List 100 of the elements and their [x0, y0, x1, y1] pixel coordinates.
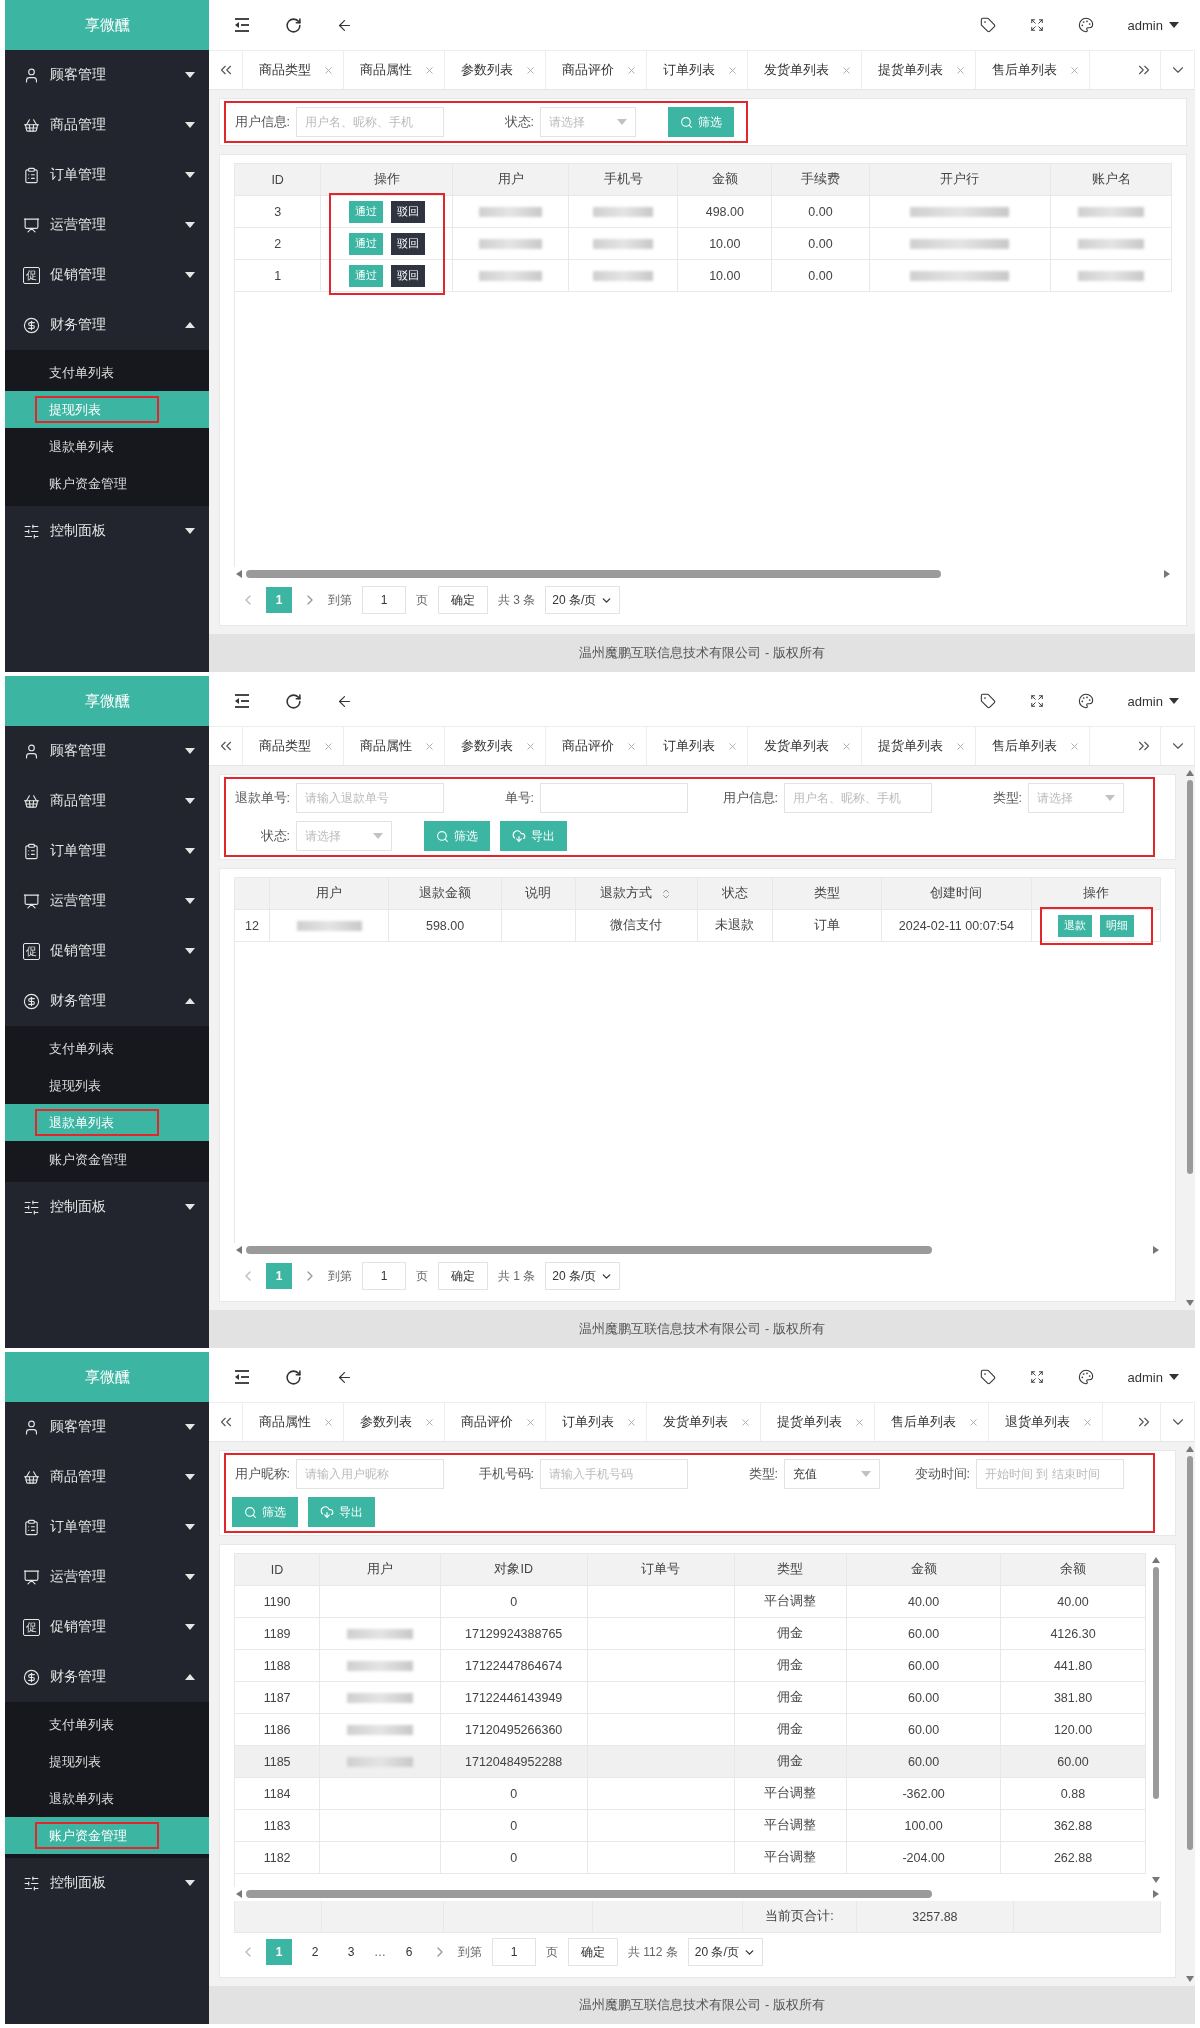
tab[interactable]: 商品属性: [344, 51, 445, 89]
page-input[interactable]: 1: [362, 1262, 406, 1290]
page-size-select[interactable]: 20 条/页: [545, 1262, 621, 1290]
tab[interactable]: 商品评价: [546, 51, 647, 89]
tab[interactable]: 订单列表: [647, 727, 748, 765]
tab[interactable]: 参数列表: [445, 727, 546, 765]
close-icon[interactable]: [955, 740, 966, 752]
sidebar-item[interactable]: 提现列表: [5, 1743, 209, 1780]
tab[interactable]: 发货单列表: [647, 1403, 761, 1441]
close-icon[interactable]: [323, 64, 334, 76]
close-icon[interactable]: [525, 740, 536, 752]
close-icon[interactable]: [727, 64, 738, 76]
sidebar-menu-item[interactable]: 控制面板: [5, 1858, 209, 1908]
sidebar-item[interactable]: 支付单列表: [5, 354, 209, 391]
page-input[interactable]: 1: [362, 586, 406, 614]
sidebar-item[interactable]: 退款单列表: [5, 1780, 209, 1817]
tab[interactable]: 售后单列表: [976, 51, 1090, 89]
sidebar-menu-item[interactable]: 财务管理: [5, 300, 209, 350]
sidebar-menu-item[interactable]: 订单管理: [5, 826, 209, 876]
user-menu[interactable]: admin: [1127, 17, 1179, 33]
close-icon[interactable]: [424, 64, 435, 76]
close-icon[interactable]: [1069, 64, 1080, 76]
user-menu[interactable]: admin: [1127, 1369, 1179, 1385]
close-icon[interactable]: [424, 740, 435, 752]
close-icon[interactable]: [968, 1416, 979, 1428]
sidebar-menu-item[interactable]: 顾客管理: [5, 50, 209, 100]
tab[interactable]: 提货单列表: [862, 727, 976, 765]
confirm-button[interactable]: 确定: [438, 1262, 488, 1290]
fullscreen-icon[interactable]: [1029, 18, 1044, 32]
tab[interactable]: 商品类型: [243, 51, 344, 89]
confirm-button[interactable]: 确定: [568, 1938, 618, 1966]
sidebar-menu-item[interactable]: 控制面板: [5, 506, 209, 556]
menu-fold-icon[interactable]: [233, 693, 251, 709]
page-size-select[interactable]: 20 条/页: [687, 1938, 763, 1966]
action-button[interactable]: 驳回: [390, 232, 425, 255]
palette-icon[interactable]: [1077, 17, 1094, 33]
menu-fold-icon[interactable]: [233, 17, 251, 33]
close-icon[interactable]: [854, 1416, 865, 1428]
sidebar-menu-item[interactable]: 顾客管理: [5, 1402, 209, 1452]
sidebar-menu-item[interactable]: 运营管理: [5, 876, 209, 926]
sidebar-menu-item[interactable]: 促 促销管理: [5, 250, 209, 300]
tab[interactable]: 退货单列表: [989, 1403, 1103, 1441]
tab[interactable]: 售后单列表: [976, 727, 1090, 765]
sidebar-menu-item[interactable]: 运营管理: [5, 1552, 209, 1602]
tab[interactable]: 商品属性: [243, 1403, 344, 1441]
action-button[interactable]: 驳回: [390, 264, 425, 287]
close-icon[interactable]: [626, 740, 637, 752]
close-icon[interactable]: [955, 64, 966, 76]
tab[interactable]: 商品评价: [445, 1403, 546, 1441]
tab[interactable]: 商品属性: [344, 727, 445, 765]
close-icon[interactable]: [740, 1416, 751, 1428]
sidebar-item[interactable]: 账户资金管理: [5, 465, 209, 502]
menu-fold-icon[interactable]: [233, 1369, 251, 1385]
close-icon[interactable]: [727, 740, 738, 752]
tab[interactable]: 发货单列表: [748, 727, 862, 765]
close-icon[interactable]: [626, 1416, 637, 1428]
tab[interactable]: 提货单列表: [862, 51, 976, 89]
user-menu[interactable]: admin: [1127, 693, 1179, 709]
fullscreen-icon[interactable]: [1029, 1370, 1044, 1384]
sidebar-menu-item[interactable]: 财务管理: [5, 976, 209, 1026]
action-button[interactable]: 驳回: [390, 200, 425, 223]
palette-icon[interactable]: [1077, 1369, 1094, 1385]
close-icon[interactable]: [841, 740, 852, 752]
sidebar-item[interactable]: 提现列表: [5, 1067, 209, 1104]
sidebar-menu-item[interactable]: 商品管理: [5, 776, 209, 826]
tab[interactable]: 参数列表: [445, 51, 546, 89]
tag-icon[interactable]: [979, 17, 996, 33]
sidebar-menu-item[interactable]: 运营管理: [5, 200, 209, 250]
sidebar-item[interactable]: 退款单列表: [5, 428, 209, 465]
sidebar-item[interactable]: 支付单列表: [5, 1030, 209, 1067]
tab[interactable]: 订单列表: [647, 51, 748, 89]
tab[interactable]: 参数列表: [344, 1403, 445, 1441]
tag-icon[interactable]: [979, 1369, 996, 1385]
refresh-icon[interactable]: [285, 1368, 302, 1386]
input-field[interactable]: 用户名、昵称、手机: [296, 107, 444, 137]
sidebar-item[interactable]: 账户资金管理: [5, 1141, 209, 1178]
sidebar-menu-item[interactable]: 财务管理: [5, 1652, 209, 1702]
sidebar-menu-item[interactable]: 订单管理: [5, 150, 209, 200]
tag-icon[interactable]: [979, 693, 996, 709]
sidebar-menu-item[interactable]: 促 促销管理: [5, 1602, 209, 1652]
tab[interactable]: 发货单列表: [748, 51, 862, 89]
tab[interactable]: 订单列表: [546, 1403, 647, 1441]
close-icon[interactable]: [626, 64, 637, 76]
input-field[interactable]: 用户名、昵称、手机: [784, 783, 932, 813]
sidebar-item[interactable]: 支付单列表: [5, 1706, 209, 1743]
page-input[interactable]: 1: [492, 1938, 536, 1966]
close-icon[interactable]: [1069, 740, 1080, 752]
sidebar-menu-item[interactable]: 促 促销管理: [5, 926, 209, 976]
sidebar-menu-item[interactable]: 顾客管理: [5, 726, 209, 776]
close-icon[interactable]: [323, 1416, 334, 1428]
close-icon[interactable]: [424, 1416, 435, 1428]
input-field[interactable]: 请输入退款单号: [296, 783, 444, 813]
input-field[interactable]: [540, 783, 688, 813]
close-icon[interactable]: [525, 1416, 536, 1428]
input-field[interactable]: 请输入用户昵称: [296, 1459, 444, 1489]
page-size-select[interactable]: 20 条/页: [545, 586, 621, 614]
fullscreen-icon[interactable]: [1029, 694, 1044, 708]
select-field[interactable]: 充值: [784, 1459, 880, 1489]
sidebar-menu-item[interactable]: 商品管理: [5, 100, 209, 150]
close-icon[interactable]: [323, 740, 334, 752]
